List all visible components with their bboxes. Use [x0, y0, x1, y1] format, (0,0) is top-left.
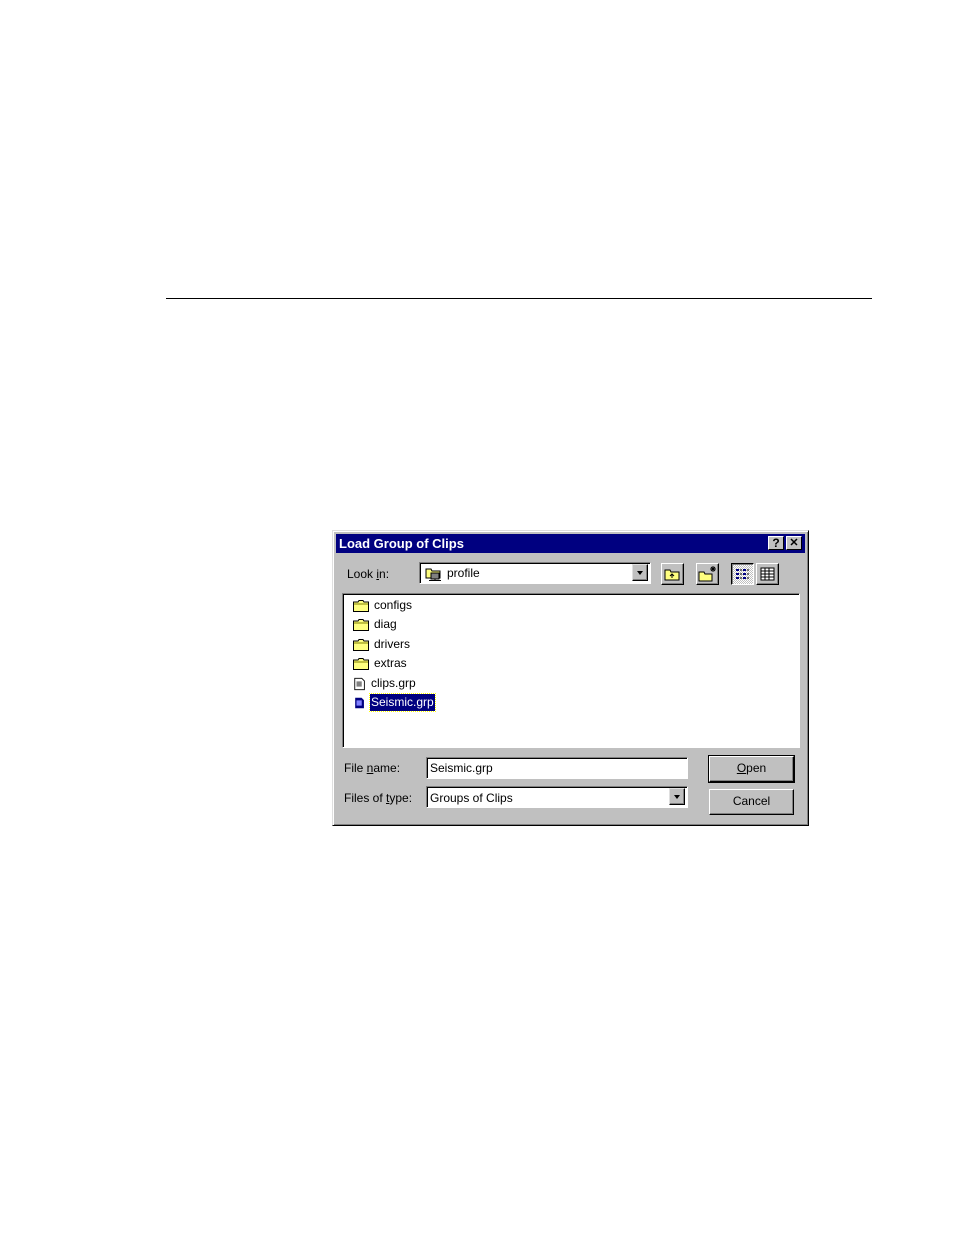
files-of-type-label: Files of type:: [344, 791, 413, 805]
files-of-type-select[interactable]: Groups of Clips: [426, 786, 688, 808]
file-list-item-label: diag: [374, 617, 397, 632]
file-name-label: File name:: [344, 761, 401, 775]
list-view-button[interactable]: [731, 563, 754, 585]
details-view-button[interactable]: [756, 563, 779, 585]
file-list-item-label: drivers: [374, 636, 411, 651]
new-folder-icon: [698, 566, 716, 582]
look-in-value: profile: [447, 566, 480, 580]
look-in-combo[interactable]: profile: [419, 562, 651, 584]
file-list-item-label: Seismic.grp: [369, 693, 436, 712]
network-folder-icon: [425, 568, 441, 581]
create-new-folder-button[interactable]: [696, 563, 719, 585]
file-list-item-label: clips.grp: [371, 675, 416, 690]
files-of-type-value: Groups of Clips: [430, 791, 513, 805]
look-in-dropdown-arrow-icon[interactable]: [632, 564, 648, 581]
horizontal-rule: [166, 298, 872, 299]
file-list-item-label: extras: [374, 656, 407, 671]
file-list[interactable]: configs diag drivers extras clips.grp Seismic…: [342, 593, 800, 748]
file-name-value: Seismic.grp: [430, 761, 493, 775]
cancel-button[interactable]: Cancel: [709, 789, 794, 815]
up-one-level-button[interactable]: [661, 563, 684, 585]
files-of-type-dropdown-arrow-icon[interactable]: [669, 788, 685, 805]
list-view-icon: [736, 569, 749, 579]
open-button[interactable]: Open: [708, 755, 795, 783]
file-list-item-label: configs: [374, 598, 413, 612]
load-group-dialog: Load Group of Clips ? ✕ Look in: profile: [332, 530, 809, 826]
help-button[interactable]: ?: [768, 536, 784, 550]
details-view-icon: [760, 567, 775, 581]
look-in-label: Look in:: [347, 567, 390, 581]
close-button[interactable]: ✕: [786, 536, 802, 550]
file-name-input[interactable]: Seismic.grp: [426, 757, 688, 779]
title-bar[interactable]: Load Group of Clips ? ✕: [336, 534, 805, 553]
up-folder-icon: [664, 569, 680, 581]
dialog-title: Load Group of Clips: [339, 536, 464, 551]
